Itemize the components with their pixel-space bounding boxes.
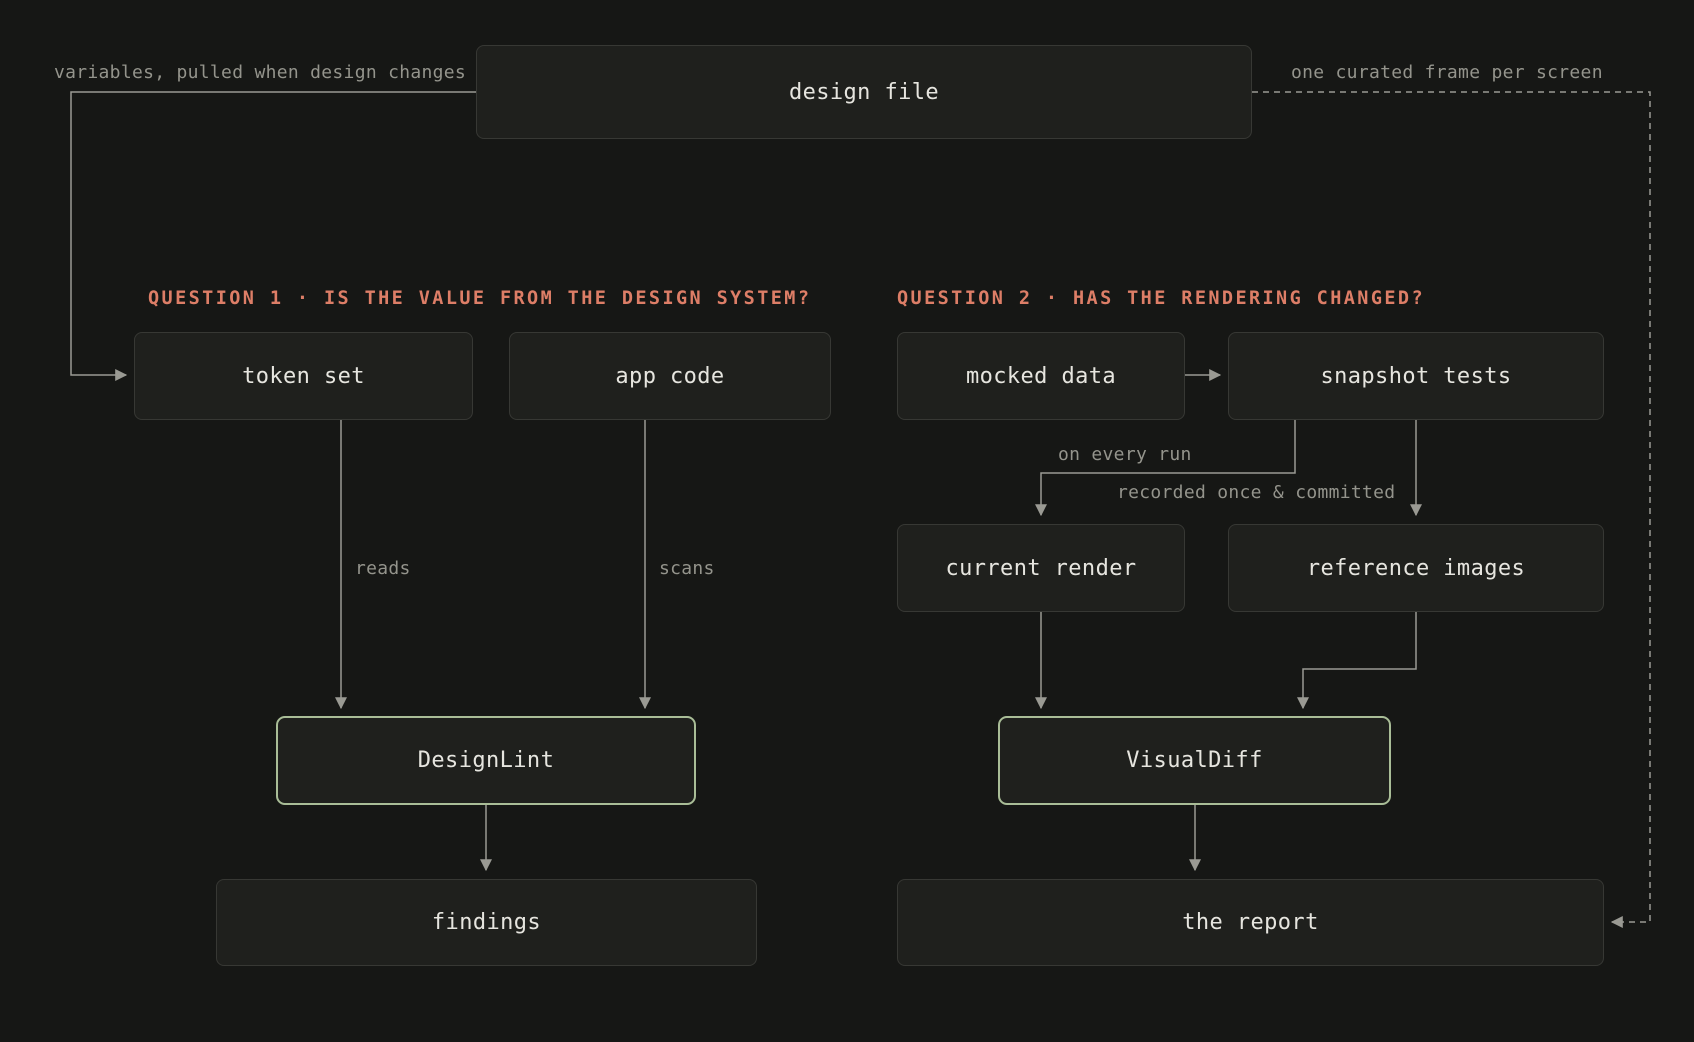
design-file-node: design file <box>476 45 1252 139</box>
token-set-node: token set <box>134 332 473 420</box>
edge-label-scans: scans <box>659 558 715 579</box>
edge-label-reads: reads <box>355 558 411 579</box>
app-code-node: app code <box>509 332 831 420</box>
mocked-data-node: mocked data <box>897 332 1185 420</box>
report-node: the report <box>897 879 1604 966</box>
designlint-node: DesignLint <box>276 716 696 805</box>
reference-images-node: reference images <box>1228 524 1604 612</box>
visualdiff-node: VisualDiff <box>998 716 1391 805</box>
edge-label-every-run: on every run <box>1058 444 1192 465</box>
edge-label-variables: variables, pulled when design changes <box>54 62 467 83</box>
findings-node: findings <box>216 879 757 966</box>
diagram: QUESTION 1 · IS THE VALUE FROM THE DESIG… <box>0 0 1694 1042</box>
edge-label-curated: one curated frame per screen <box>1291 62 1603 83</box>
question-2-heading: QUESTION 2 · HAS THE RENDERING CHANGED? <box>897 288 1425 309</box>
question-1-heading: QUESTION 1 · IS THE VALUE FROM THE DESIG… <box>148 288 812 309</box>
edge-reference-to-visualdiff <box>1297 612 1417 710</box>
snapshot-tests-node: snapshot tests <box>1228 332 1604 420</box>
current-render-node: current render <box>897 524 1185 612</box>
edge-label-recorded: recorded once & committed <box>1117 482 1396 503</box>
